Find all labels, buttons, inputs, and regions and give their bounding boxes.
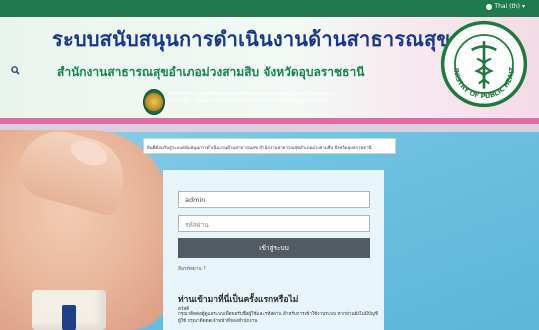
new-user-heading: ท่านเข้ามาที่นี่เป็นครั้งแรกหรือไม่ (178, 295, 299, 305)
site-title: ระบบสนับสนุนการดำเนินงานด้านสาธารณสุข (52, 27, 451, 51)
login-button[interactable]: เข้าสู่ระบบ (178, 238, 370, 258)
site-subtitle: สำนักงานสาธารณสุขอำเภอม่วงสามสิบ จังหวัด… (57, 65, 365, 79)
search-icon[interactable] (11, 66, 20, 75)
ministry-logo-icon: MINISTRY OF PUBLIC HEALTH (440, 20, 528, 108)
university-seal-icon (143, 89, 165, 115)
language-label: Thai (th) (494, 3, 520, 10)
password-input[interactable]: รหัสผ่าน (178, 215, 370, 232)
developer-note: เป็นส่วนหนึ่งของการศึกษาตามหลักสูตรวิทยา… (168, 92, 335, 104)
welcome-notice: ยินดีต้อนรับสู่ระบบสนับสนุนการดำเนินงานด… (143, 138, 396, 154)
caret-down-icon: ▾ (521, 3, 525, 10)
forgot-password-link[interactable]: ลืมรหัสผ่าน ? (178, 265, 206, 273)
language-menu[interactable]: Thai (th) ▾ (486, 3, 525, 10)
top-bar: Thai (th) ▾ (0, 0, 539, 17)
cube-mark-image (62, 305, 76, 330)
username-input[interactable]: admin (178, 191, 370, 208)
globe-icon (486, 3, 493, 10)
new-user-description: กรุณาติดต่อผู้ดูแลระบบเพื่อขอรับชื่อผู้ใ… (178, 312, 378, 324)
